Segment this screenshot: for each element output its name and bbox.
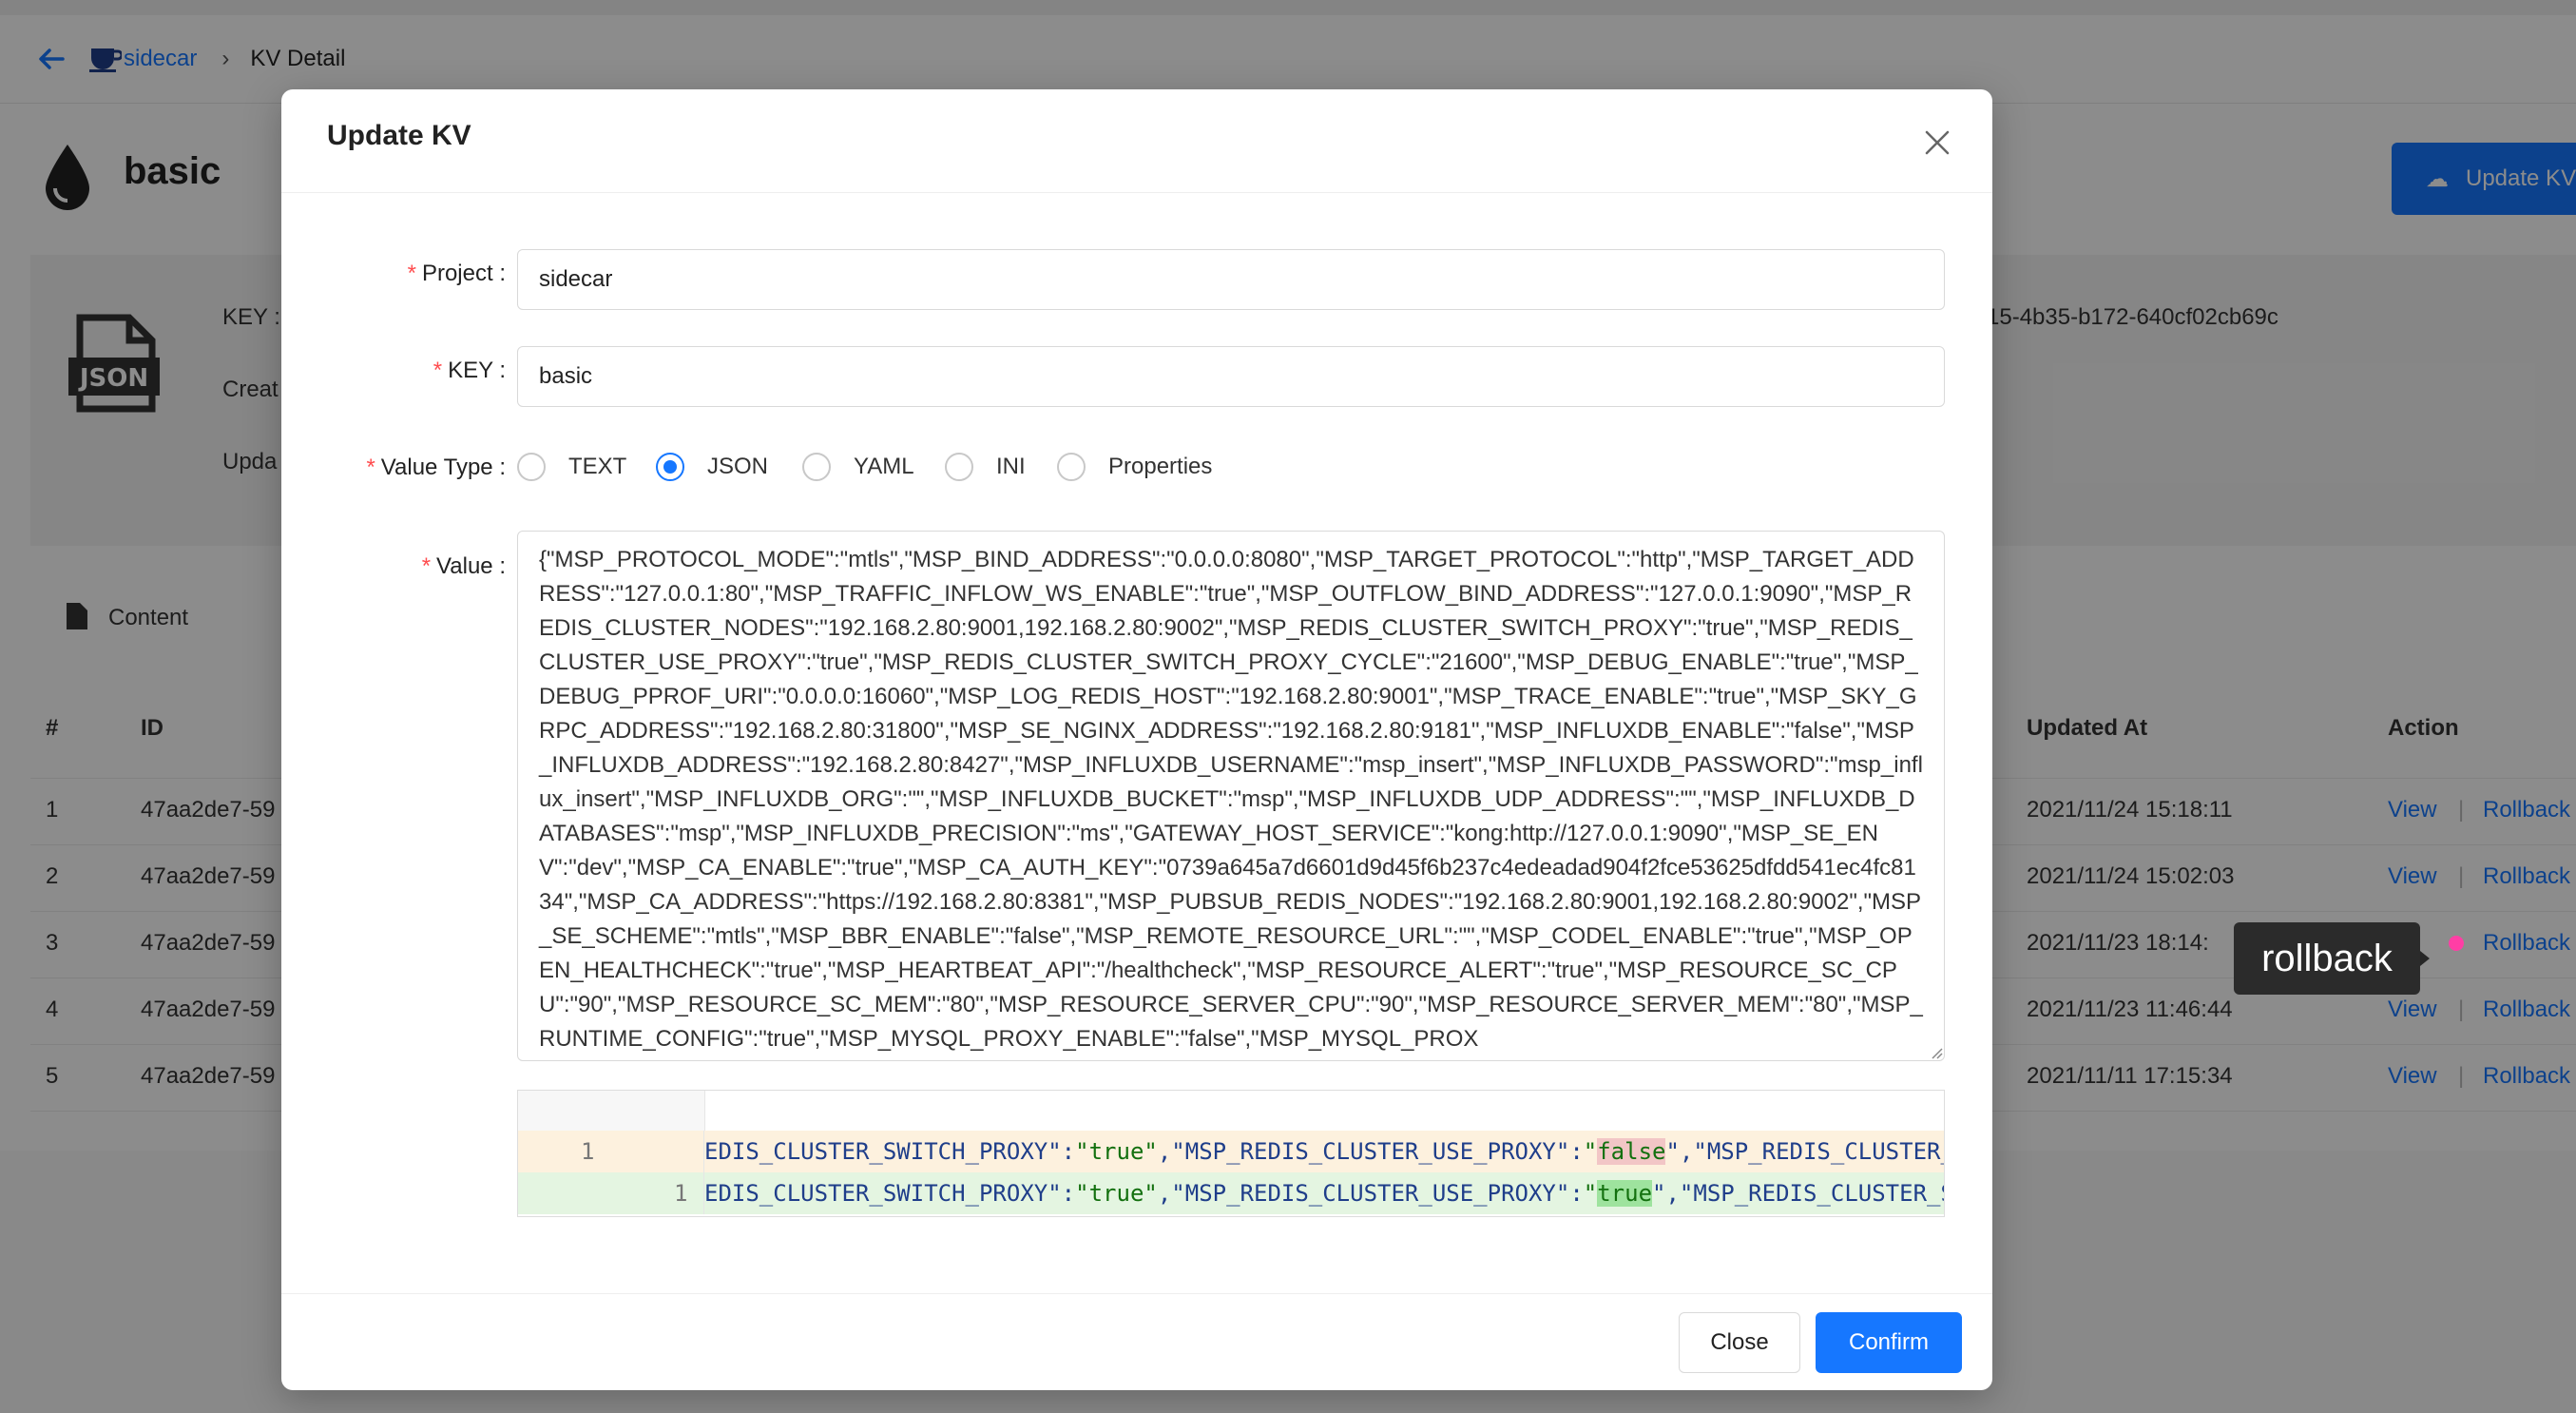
update-kv-modal: Update KV * Project : sidecar * KEY : basi… [281,89,1992,1390]
rollback-tooltip: rollback [2234,922,2420,995]
radio-json[interactable]: JSON [656,453,768,481]
project-input[interactable]: sidecar [517,249,1945,310]
close-button[interactable]: Close [1679,1312,1800,1373]
radio-circle[interactable] [802,453,831,481]
close-icon[interactable] [1922,127,1952,158]
resize-handle-icon[interactable] [1930,1046,1943,1059]
radio-circle[interactable] [1057,453,1086,481]
radio-circle[interactable] [945,453,973,481]
radio-ini[interactable]: INI [945,453,1026,481]
diff-code-new: EDIS_CLUSTER_SWITCH_PROXY":"true","MSP_R… [704,1180,1945,1207]
diff-viewer: 1 EDIS_CLUSTER_SWITCH_PROXY":"true","MSP… [517,1090,1945,1217]
radio-yaml[interactable]: YAML [802,453,914,481]
diff-gutter-header [518,1091,705,1131]
status-dot [2449,936,2464,951]
required-mark: * [421,553,432,579]
radio-text[interactable]: TEXT [517,453,626,481]
new-line-number: 1 [518,1172,704,1214]
key-input[interactable]: basic [517,346,1945,407]
required-mark: * [407,261,416,286]
project-label: * Project : [407,261,506,286]
modal-title: Update KV [327,120,471,151]
diff-code-old: EDIS_CLUSTER_SWITCH_PROXY":"true","MSP_R… [704,1138,1945,1165]
old-line-number: 1 [518,1131,704,1172]
value-type-label: * Value Type : [366,455,506,480]
radio-circle-checked[interactable] [656,453,684,481]
value-label: * Value : [421,553,506,579]
key-label: * KEY : [433,358,506,383]
required-mark: * [366,455,375,480]
radio-properties[interactable]: Properties [1057,453,1212,481]
diff-line-removed: 1 EDIS_CLUSTER_SWITCH_PROXY":"true","MSP… [518,1131,1945,1172]
diff-line-added: 1 EDIS_CLUSTER_SWITCH_PROXY":"true","MSP… [518,1172,1945,1214]
confirm-button[interactable]: Confirm [1816,1312,1962,1373]
tooltip-arrow [2420,951,2430,966]
modal-header [281,89,1992,193]
value-textarea[interactable]: {"MSP_PROTOCOL_MODE":"mtls","MSP_BIND_AD… [517,531,1945,1061]
radio-circle[interactable] [517,453,546,481]
required-mark: * [433,358,443,383]
